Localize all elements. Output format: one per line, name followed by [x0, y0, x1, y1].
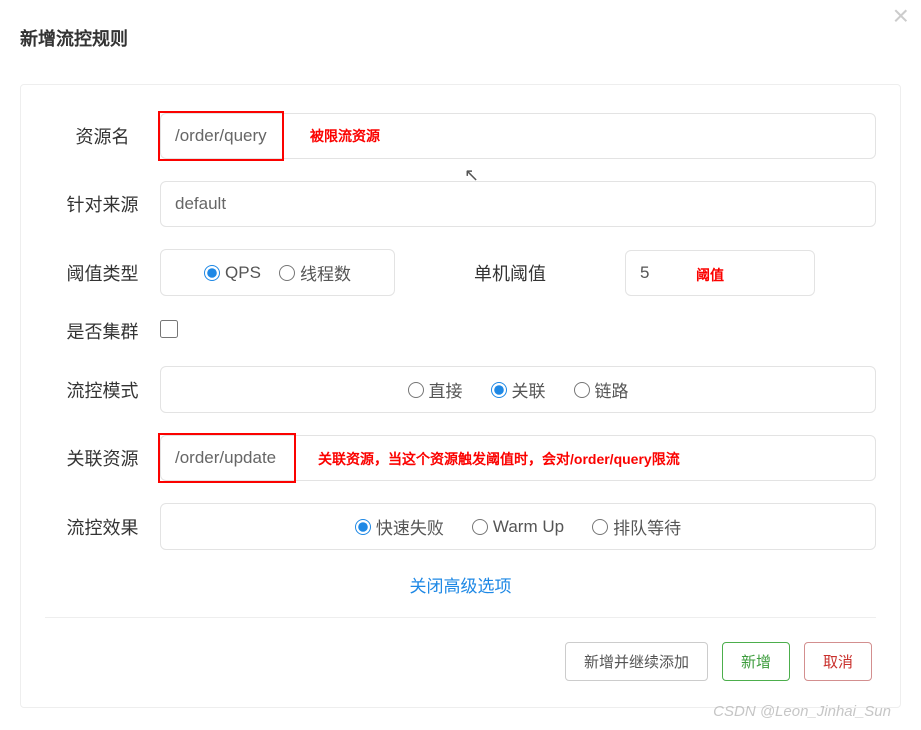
effect-group: 快速失败 Warm Up 排队等待 [160, 503, 876, 550]
source-control: default [160, 181, 876, 227]
radio-queue-label: 排队等待 [613, 514, 681, 539]
effect-control: 快速失败 Warm Up 排队等待 [160, 503, 876, 550]
single-threshold-input[interactable]: 5 阈值 [625, 250, 815, 296]
row-related: 关联资源 /order/update 关联资源，当这个资源触发阈值时，会对/or… [45, 435, 876, 481]
radio-queue[interactable]: 排队等待 [592, 514, 681, 539]
radio-direct-input[interactable] [408, 382, 424, 398]
label-effect: 流控效果 [45, 514, 160, 540]
related-control: /order/update 关联资源，当这个资源触发阈值时，会对/order/q… [160, 435, 876, 481]
modal-footer: 新增并继续添加 新增 取消 [45, 617, 876, 687]
radio-thread-input[interactable] [279, 265, 295, 281]
radio-queue-input[interactable] [592, 519, 608, 535]
label-single-threshold: 单机阈值 [395, 260, 625, 286]
flow-rule-modal: 新增流控规则 × 资源名 /order/query 被限流资源 ↖ 针对来源 d… [0, 0, 921, 728]
close-icon[interactable]: × [893, 2, 909, 30]
modal-header: 新增流控规则 × [20, 20, 901, 66]
threshold-type-group: QPS 线程数 [160, 249, 395, 296]
mode-group: 直接 关联 链路 [160, 366, 876, 413]
threshold-control: QPS 线程数 单机阈值 5 阈值 [160, 249, 876, 296]
radio-warmup-label: Warm Up [493, 517, 564, 537]
row-mode: 流控模式 直接 关联 链路 [45, 366, 876, 413]
add-continue-button[interactable]: 新增并继续添加 [565, 642, 708, 681]
row-effect: 流控效果 快速失败 Warm Up 排队等待 [45, 503, 876, 550]
radio-fast-label: 快速失败 [376, 514, 444, 539]
cluster-checkbox[interactable] [160, 320, 178, 338]
cluster-control [160, 320, 876, 343]
label-mode: 流控模式 [45, 377, 160, 403]
radio-thread[interactable]: 线程数 [279, 260, 351, 285]
collapse-advanced-link[interactable]: 关闭高级选项 [45, 572, 876, 597]
radio-direct[interactable]: 直接 [408, 377, 463, 402]
resource-control: /order/query 被限流资源 ↖ [160, 113, 876, 159]
label-source: 针对来源 [45, 191, 160, 217]
add-button[interactable]: 新增 [722, 642, 790, 681]
radio-relation-label: 关联 [512, 377, 546, 402]
radio-qps-label: QPS [225, 263, 261, 283]
resource-value: /order/query [175, 126, 267, 146]
radio-chain-label: 链路 [595, 377, 629, 402]
label-resource: 资源名 [45, 123, 160, 149]
annotation-threshold: 阈值 [696, 265, 724, 285]
row-cluster: 是否集群 [45, 318, 876, 344]
row-threshold: 阈值类型 QPS 线程数 单机阈值 5 阈值 [45, 249, 876, 296]
radio-chain[interactable]: 链路 [574, 377, 629, 402]
related-value: /order/update [175, 448, 276, 468]
radio-thread-label: 线程数 [300, 260, 351, 285]
cancel-button[interactable]: 取消 [804, 642, 872, 681]
label-threshold-type: 阈值类型 [45, 260, 160, 286]
radio-warmup[interactable]: Warm Up [472, 517, 564, 537]
radio-relation-input[interactable] [491, 382, 507, 398]
mode-control: 直接 关联 链路 [160, 366, 876, 413]
radio-warmup-input[interactable] [472, 519, 488, 535]
radio-qps[interactable]: QPS [204, 263, 261, 283]
row-source: 针对来源 default [45, 181, 876, 227]
row-resource: 资源名 /order/query 被限流资源 ↖ [45, 113, 876, 159]
modal-title: 新增流控规则 [20, 25, 128, 51]
radio-chain-input[interactable] [574, 382, 590, 398]
label-cluster: 是否集群 [45, 318, 160, 344]
radio-fast[interactable]: 快速失败 [355, 514, 444, 539]
resource-input[interactable]: /order/query [160, 113, 876, 159]
label-related: 关联资源 [45, 445, 160, 471]
radio-fast-input[interactable] [355, 519, 371, 535]
radio-qps-input[interactable] [204, 265, 220, 281]
single-threshold-value: 5 [640, 263, 649, 283]
modal-body: 资源名 /order/query 被限流资源 ↖ 针对来源 default 阈值… [20, 84, 901, 708]
source-value: default [175, 194, 226, 214]
related-input[interactable]: /order/update [160, 435, 876, 481]
radio-relation[interactable]: 关联 [491, 377, 546, 402]
source-input[interactable]: default [160, 181, 876, 227]
radio-direct-label: 直接 [429, 377, 463, 402]
